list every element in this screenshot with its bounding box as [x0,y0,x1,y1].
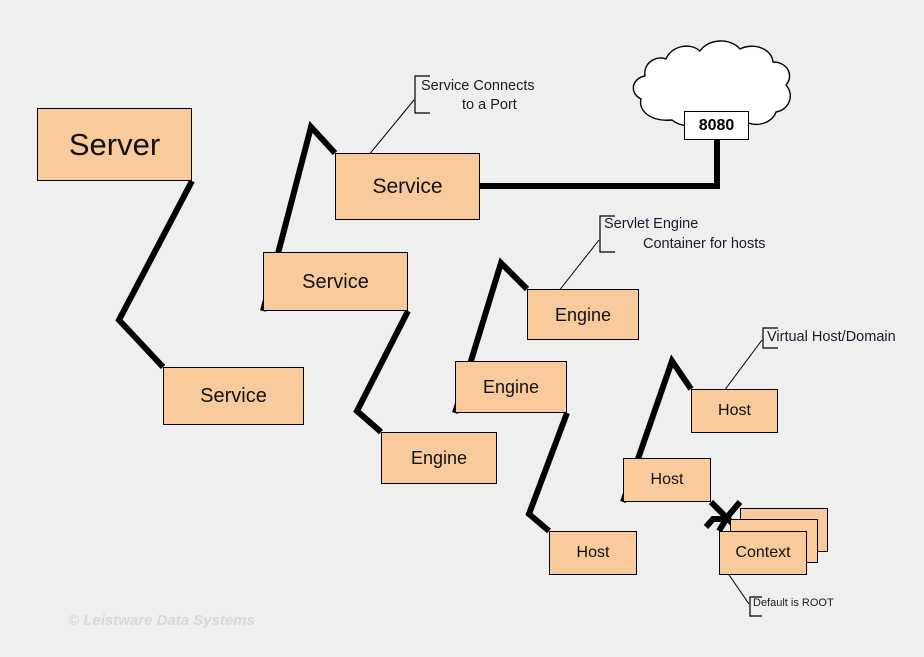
callout-servlet-engine-line1: Servlet Engine [604,216,699,232]
node-service-2[interactable]: Service [263,252,408,311]
callout-virtual-host: Virtual Host/Domain [760,329,896,345]
node-service-2-label: Service [302,270,369,293]
port-badge-label: 8080 [698,116,735,134]
callout-virtual-host-line1: Virtual Host/Domain [767,329,896,345]
callout-default-root: Default is ROOT [748,597,834,609]
callout-service-port: Service Connects to a Port [412,78,535,113]
callout-service-port-line1: Service Connects [421,78,535,94]
callout-default-root-line1: Default is ROOT [753,597,834,609]
node-engine-3[interactable]: Engine [381,432,497,484]
node-context-front[interactable]: Context [719,531,807,575]
callout-servlet-engine: Servlet Engine Container for hosts [597,216,766,252]
node-engine-3-label: Engine [410,448,468,468]
node-host-2[interactable]: Host [623,458,711,502]
node-host-3-label: Host [576,544,610,561]
node-server-label: Server [68,127,161,162]
node-context-front-label: Context [735,544,791,561]
node-host-2-label: Host [650,471,684,488]
node-engine-2[interactable]: Engine [455,361,567,413]
node-host-1-label: Host [718,402,751,419]
node-server[interactable]: Server [37,108,192,181]
node-service-3-label: Service [200,385,267,407]
callout-bracket-default-root [726,571,762,617]
node-service-3[interactable]: Service [163,367,304,425]
callout-service-port-line2: to a Port [462,97,517,113]
node-host-1[interactable]: Host [691,389,778,433]
copyright-notice: © Leistware Data Systems [68,612,255,629]
port-badge-8080[interactable]: 8080 [684,111,749,140]
node-service-1[interactable]: Service [335,153,480,220]
diagram-canvas: Server Service Service Service Engine En… [0,0,924,657]
port-connector [480,140,720,189]
node-host-3[interactable]: Host [549,531,637,575]
node-engine-2-label: Engine [482,377,540,397]
node-service-1-label: Service [372,175,443,198]
node-engine-1-label: Engine [554,304,612,325]
callout-servlet-engine-line2: Container for hosts [643,236,766,252]
node-engine-1[interactable]: Engine [527,289,639,340]
